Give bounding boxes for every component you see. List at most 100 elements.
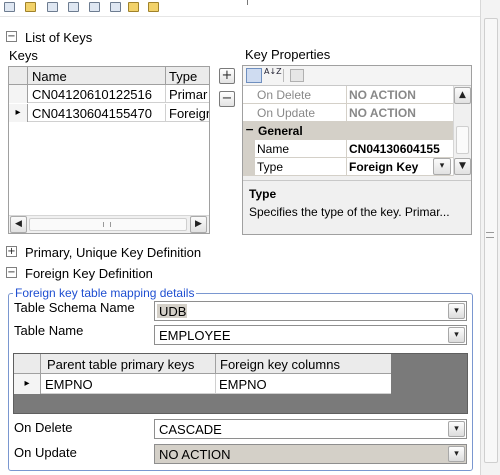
hscroll-thumb[interactable] [29,218,187,231]
collapse-list-of-keys-icon[interactable]: − [6,31,17,42]
category-label: General [258,124,303,138]
parent-key-cell[interactable]: EMPNO [45,377,93,392]
on-update-dropdown[interactable]: NO ACTION ▾ [154,444,467,464]
property-grid-toolbar: A↓Z [243,66,471,86]
property-value[interactable]: CN04130604155 [349,142,453,156]
pg-divider [346,158,347,175]
collapse-foreign-key-icon[interactable]: − [6,267,17,278]
collapse-category-icon[interactable]: − [245,123,254,136]
chevron-down-icon[interactable]: ▾ [448,446,465,462]
primary-unique-title[interactable]: Primary, Unique Key Definition [25,245,201,260]
toolbar-icon-1[interactable] [4,2,15,12]
toolbar [0,0,480,17]
on-delete-label: On Delete [14,420,73,435]
type-dropdown-arrow-icon[interactable]: ▾ [433,158,451,175]
row-header-corner [9,67,28,84]
column-mapping-grid[interactable]: Parent table primary keys Foreign key co… [13,353,468,414]
toolbar-icon-2[interactable] [25,2,36,12]
table-row[interactable]: ▸ EMPNO EMPNO [14,374,391,394]
table-schema-value: UDB [159,304,187,319]
foreign-key-title[interactable]: Foreign Key Definition [25,266,153,281]
scroll-grip-icon [486,232,494,238]
property-name: Type [257,160,284,174]
foreign-column-cell[interactable]: EMPNO [219,377,267,392]
toolbar-icon-3[interactable] [47,2,58,12]
keys-grid[interactable]: Name Type CN04120610122516 Primar ▸ CN04… [8,66,210,234]
table-name-dropdown[interactable]: EMPLOYEE ▾ [154,325,467,345]
pg-scroll-thumb[interactable] [456,126,469,154]
property-grid-vscrollbar[interactable]: ▲ ▼ [453,86,471,176]
scroll-left-icon[interactable]: ◀ [10,216,27,233]
on-delete-value: CASCADE [159,422,222,437]
alphabetical-sort-icon[interactable]: A↓Z [264,68,282,76]
column-divider [165,67,166,84]
on-delete-dropdown[interactable]: CASCADE ▾ [154,419,467,439]
key-name-cell[interactable]: CN04130604155470 [32,106,152,121]
property-grid[interactable]: A↓Z On Delete NO ACTION On Update NO ACT… [242,65,472,235]
property-row-name[interactable]: Name CN04130604155 [243,140,453,158]
category-margin [243,140,255,158]
column-header-foreign-columns[interactable]: Foreign key columns [220,357,340,372]
toolbar-icon-7[interactable] [128,2,139,12]
key-type-cell[interactable]: Foreigr [169,106,209,121]
property-row-on-update[interactable]: On Update NO ACTION [243,104,453,122]
property-name: On Update [257,106,316,120]
help-title: Type [249,187,277,201]
on-update-value: NO ACTION [159,447,231,462]
chevron-down-icon[interactable]: ▾ [448,327,465,343]
key-name-cell[interactable]: CN04120610122516 [32,87,152,102]
table-row[interactable]: ▸ CN04130604155470 Foreigr [9,104,209,122]
property-value: NO ACTION [349,88,416,102]
property-name: Name [257,142,290,156]
toolbar-icon-6[interactable] [110,2,121,12]
column-header-name[interactable]: Name [32,69,67,84]
toolbar-separator [283,69,284,82]
categorized-view-icon[interactable] [246,68,262,83]
property-rows: On Delete NO ACTION On Update NO ACTION … [243,86,453,176]
row-header-corner [14,354,41,373]
main-vertical-scrollbar[interactable] [480,0,500,475]
keys-label: Keys [9,48,38,63]
property-row-on-delete[interactable]: On Delete NO ACTION [243,86,453,104]
expand-primary-unique-icon[interactable]: + [6,246,17,257]
table-schema-label: Table Schema Name [14,300,135,315]
cell-divider [215,374,216,394]
toolbar-icon-5[interactable] [89,2,100,12]
remove-key-button[interactable]: − [219,91,235,107]
hscroll-grip-icon [103,222,111,227]
property-pages-icon[interactable] [290,69,304,82]
table-schema-dropdown[interactable]: UDB ▾ [154,301,467,321]
property-row-type[interactable]: Type Foreign Key ▾ [243,158,453,176]
mapping-group-title: Foreign key table mapping details [13,286,197,300]
scroll-thumb[interactable] [484,18,498,463]
key-properties-title: Key Properties [245,47,331,62]
scroll-right-icon[interactable]: ▶ [190,216,207,233]
row-pointer-icon[interactable]: ▸ [14,374,41,394]
property-category-general[interactable]: − General [243,122,453,140]
table-row[interactable]: CN04120610122516 Primar [9,85,209,103]
chevron-down-icon[interactable]: ▾ [448,303,465,319]
table-name-label: Table Name [14,323,84,338]
toolbar-icon-8[interactable] [148,2,159,12]
table-name-value: EMPLOYEE [159,328,231,343]
property-value[interactable]: Foreign Key [349,160,429,174]
row-pointer-icon[interactable]: ▸ [9,104,28,122]
row-header[interactable] [9,85,28,103]
key-type-cell[interactable]: Primar [169,87,209,102]
pg-divider [346,86,347,103]
toolbar-divider [247,0,248,5]
add-key-button[interactable]: + [219,68,235,84]
pg-divider [346,104,347,121]
column-divider [215,354,216,373]
keys-grid-hscrollbar[interactable]: ◀ ▶ [9,215,209,233]
column-header-parent-keys[interactable]: Parent table primary keys [47,357,194,372]
toolbar-icon-4[interactable] [68,2,79,12]
scroll-up-icon[interactable]: ▲ [454,87,471,104]
list-of-keys-title: List of Keys [25,30,93,45]
cell-divider [165,85,166,103]
pg-divider [346,140,347,157]
chevron-down-icon[interactable]: ▾ [448,421,465,437]
scroll-down-icon[interactable]: ▼ [454,158,471,175]
property-help-panel: Type Specifies the type of the key. Prim… [243,180,471,234]
column-header-type[interactable]: Type [169,69,197,84]
